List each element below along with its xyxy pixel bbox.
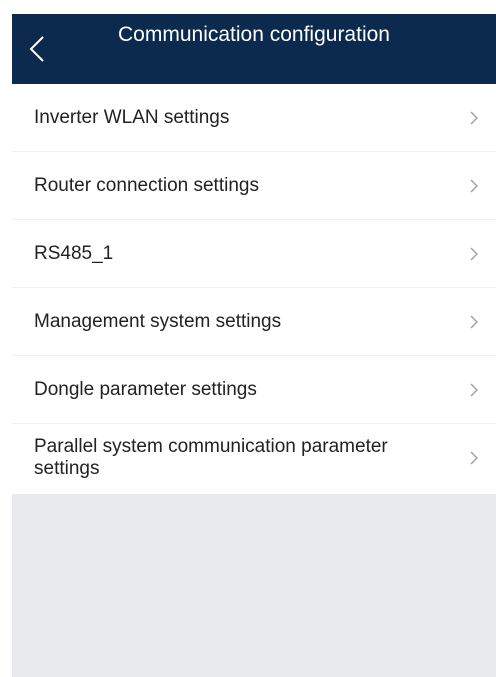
left-margin <box>0 0 12 677</box>
menu-item-management-system-settings[interactable]: Management system settings <box>12 288 496 356</box>
page-title: Communication configuration <box>118 23 390 46</box>
chevron-right-icon <box>470 111 478 124</box>
chevron-right-icon <box>470 383 478 396</box>
back-button[interactable] <box>12 14 62 84</box>
menu-item-label: Parallel system communication parameter … <box>34 436 388 479</box>
app-header: Communication configuration <box>12 14 496 84</box>
chevron-right-icon <box>470 451 478 465</box>
menu-item-rs485-1[interactable]: RS485_1 <box>12 220 496 288</box>
menu-item-label: RS485_1 <box>34 242 114 264</box>
empty-content-area <box>12 494 496 677</box>
menu-item-dongle-parameter-settings[interactable]: Dongle parameter settings <box>12 356 496 424</box>
settings-menu: Inverter WLAN settings Router connection… <box>12 84 496 492</box>
communication-configuration-screen: Communication configuration Inverter WLA… <box>0 0 496 677</box>
menu-item-label: Dongle parameter settings <box>34 378 257 400</box>
menu-item-router-connection-settings[interactable]: Router connection settings <box>12 152 496 220</box>
menu-item-label: Inverter WLAN settings <box>34 106 230 128</box>
menu-item-label: Router connection settings <box>34 174 259 196</box>
chevron-right-icon <box>470 179 478 192</box>
chevron-right-icon <box>470 247 478 260</box>
chevron-right-icon <box>470 315 478 328</box>
menu-item-inverter-wlan-settings[interactable]: Inverter WLAN settings <box>12 84 496 152</box>
menu-item-label: Management system settings <box>34 310 282 332</box>
menu-item-parallel-system-communication-parameter-settings[interactable]: Parallel system communication parameter … <box>12 424 496 492</box>
chevron-left-icon <box>29 36 44 62</box>
